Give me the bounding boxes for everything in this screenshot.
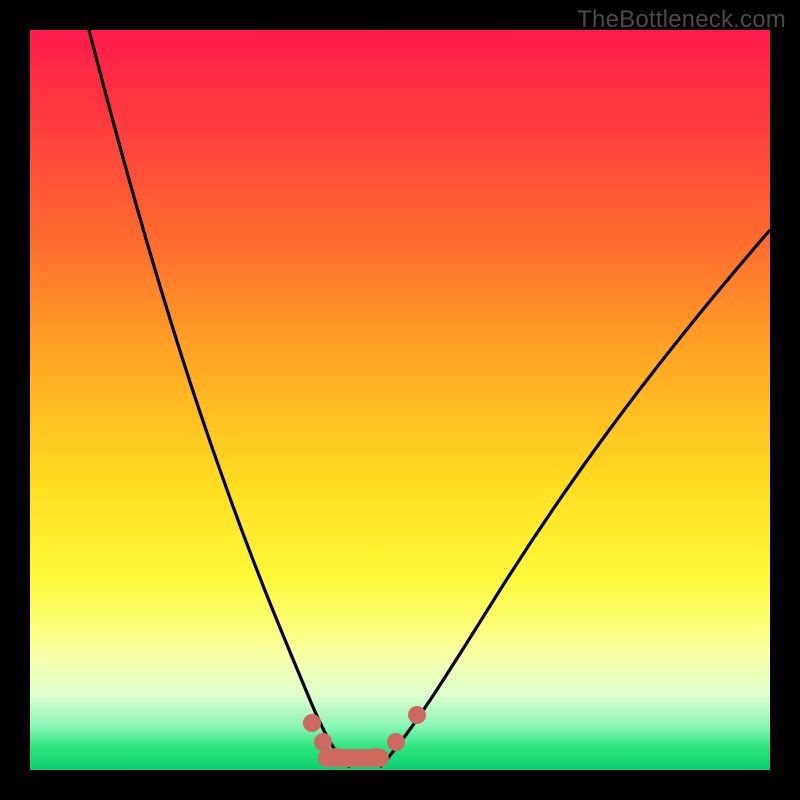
marker-dot (387, 733, 405, 751)
marker-dot (367, 748, 385, 766)
curve-right (380, 230, 770, 767)
curve-left (89, 30, 350, 767)
chart-frame: TheBottleneck.com (0, 0, 800, 800)
marker-dot (408, 706, 426, 724)
marker-dot (314, 733, 332, 751)
watermark-text: TheBottleneck.com (577, 6, 786, 34)
chart-svg (30, 30, 770, 770)
marker-dot (327, 748, 345, 766)
marker-dot (303, 714, 321, 732)
plot-area (30, 30, 770, 770)
